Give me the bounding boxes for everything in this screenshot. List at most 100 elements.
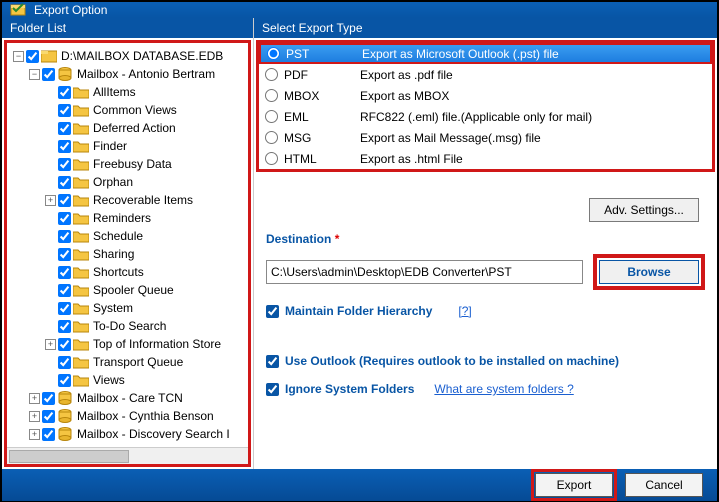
folder-checkbox[interactable] — [58, 194, 71, 207]
folder-checkbox[interactable] — [58, 86, 71, 99]
folder-checkbox[interactable] — [58, 212, 71, 225]
tree-mailbox[interactable]: −Mailbox - Antonio Bertram — [9, 65, 246, 83]
app-icon — [10, 2, 26, 18]
folder-checkbox[interactable] — [58, 122, 71, 135]
format-row-mbox[interactable]: MBOXExport as MBOX — [259, 85, 712, 106]
tree-item[interactable]: Views — [9, 371, 246, 389]
tree-item[interactable]: Sharing — [9, 245, 246, 263]
destination-label: Destination * — [266, 232, 705, 246]
format-row-pst[interactable]: PST Export as Microsoft Outlook (.pst) fi… — [259, 43, 712, 64]
tree-item[interactable]: Freebusy Data — [9, 155, 246, 173]
tree-root[interactable]: − D:\MAILBOX DATABASE.EDB — [9, 47, 246, 65]
format-code: HTML — [284, 152, 354, 166]
tree-item[interactable]: Common Views — [9, 101, 246, 119]
folder-tree[interactable]: − D:\MAILBOX DATABASE.EDB −Mailbox - Anton… — [4, 40, 251, 467]
tree-item[interactable]: + Top of Information Store — [9, 335, 246, 353]
format-row-pdf[interactable]: PDFExport as .pdf file — [259, 64, 712, 85]
browse-button[interactable]: Browse — [599, 260, 699, 284]
folder-checkbox[interactable] — [58, 338, 71, 351]
folder-checkbox[interactable] — [58, 158, 71, 171]
tree-item[interactable]: Deferred Action — [9, 119, 246, 137]
folder-checkbox[interactable] — [58, 284, 71, 297]
horizontal-scrollbar[interactable] — [7, 447, 248, 464]
tree-item[interactable]: Spooler Queue — [9, 281, 246, 299]
folder-checkbox[interactable] — [58, 302, 71, 315]
tree-item[interactable]: Shortcuts — [9, 263, 246, 281]
use-outlook-checkbox[interactable] — [266, 355, 279, 368]
expand-toggle[interactable]: + — [29, 411, 40, 422]
expand-toggle[interactable]: + — [29, 393, 40, 404]
format-code: MSG — [284, 131, 354, 145]
format-radio[interactable] — [267, 47, 280, 60]
expand-toggle[interactable]: + — [45, 339, 56, 350]
maintain-hierarchy-checkbox[interactable] — [266, 305, 279, 318]
folder-checkbox[interactable] — [58, 356, 71, 369]
folder-label: Finder — [91, 139, 129, 153]
format-code: PST — [286, 47, 356, 61]
format-desc: Export as Microsoft Outlook (.pst) file — [362, 47, 559, 61]
expand-toggle[interactable]: + — [29, 429, 40, 440]
folder-label: Orphan — [91, 175, 135, 189]
folder-checkbox[interactable] — [42, 392, 55, 405]
expand-toggle[interactable]: − — [29, 69, 40, 80]
folder-label: Reminders — [91, 211, 153, 225]
folder-label: AllItems — [91, 85, 138, 99]
folder-checkbox[interactable] — [42, 410, 55, 423]
format-row-eml[interactable]: EMLRFC822 (.eml) file.(Applicable only f… — [259, 106, 712, 127]
format-radio[interactable] — [265, 152, 278, 165]
tree-mailbox[interactable]: + Mailbox - Care TCN — [9, 389, 246, 407]
folder-label: D:\MAILBOX DATABASE.EDB — [59, 49, 225, 63]
folder-label: Top of Information Store — [91, 337, 223, 351]
folder-checkbox[interactable] — [58, 230, 71, 243]
tree-mailbox[interactable]: +Mailbox - Discovery Search I — [9, 425, 246, 443]
tree-mailbox[interactable]: +Mailbox - Cynthia Benson — [9, 407, 246, 425]
cancel-button[interactable]: Cancel — [625, 473, 703, 497]
expand-toggle[interactable]: + — [45, 195, 56, 206]
folder-label: Shortcuts — [91, 265, 146, 279]
folder-checkbox[interactable] — [58, 140, 71, 153]
format-code: EML — [284, 110, 354, 124]
format-radio[interactable] — [265, 89, 278, 102]
format-radio[interactable] — [265, 110, 278, 123]
format-desc: Export as .html File — [360, 152, 463, 166]
format-row-msg[interactable]: MSGExport as Mail Message(.msg) file — [259, 127, 712, 148]
folder-checkbox[interactable] — [58, 266, 71, 279]
ignore-system-folders-checkbox[interactable] — [266, 383, 279, 396]
folder-label: Schedule — [91, 229, 145, 243]
what-are-system-folders-link[interactable]: What are system folders ? — [434, 382, 573, 396]
folder-label: Mailbox - Care TCN — [75, 391, 185, 405]
tree-item[interactable]: Schedule — [9, 227, 246, 245]
export-button[interactable]: Export — [535, 473, 613, 497]
folder-label: System — [91, 301, 135, 315]
maintain-hierarchy-label: Maintain Folder Hierarchy — [285, 304, 432, 318]
folder-checkbox[interactable] — [26, 50, 39, 63]
folder-checkbox[interactable] — [58, 320, 71, 333]
folder-checkbox[interactable] — [42, 428, 55, 441]
folder-checkbox[interactable] — [42, 68, 55, 81]
tree-item[interactable]: AllItems — [9, 83, 246, 101]
folder-label: Deferred Action — [91, 121, 178, 135]
expand-toggle[interactable]: − — [13, 51, 24, 62]
tree-item[interactable]: Orphan — [9, 173, 246, 191]
tree-item[interactable]: Finder — [9, 137, 246, 155]
format-row-html[interactable]: HTML Export as .html File — [259, 148, 712, 169]
folder-label: Views — [91, 373, 127, 387]
tree-item[interactable]: +Recoverable Items — [9, 191, 246, 209]
folder-label: Common Views — [91, 103, 179, 117]
format-code: PDF — [284, 68, 354, 82]
adv-settings-button[interactable]: Adv. Settings... — [589, 198, 699, 222]
folder-checkbox[interactable] — [58, 176, 71, 189]
destination-input[interactable] — [266, 260, 583, 284]
folder-checkbox[interactable] — [58, 248, 71, 261]
format-radio[interactable] — [265, 68, 278, 81]
tree-item[interactable]: Transport Queue — [9, 353, 246, 371]
folder-checkbox[interactable] — [58, 374, 71, 387]
hierarchy-help-link[interactable]: [?] — [458, 304, 471, 318]
format-radio[interactable] — [265, 131, 278, 144]
format-desc: Export as MBOX — [360, 89, 449, 103]
tree-item[interactable]: System — [9, 299, 246, 317]
export-type-header: Select Export Type — [254, 18, 717, 38]
tree-item[interactable]: Reminders — [9, 209, 246, 227]
tree-item[interactable]: To-Do Search — [9, 317, 246, 335]
folder-checkbox[interactable] — [58, 104, 71, 117]
